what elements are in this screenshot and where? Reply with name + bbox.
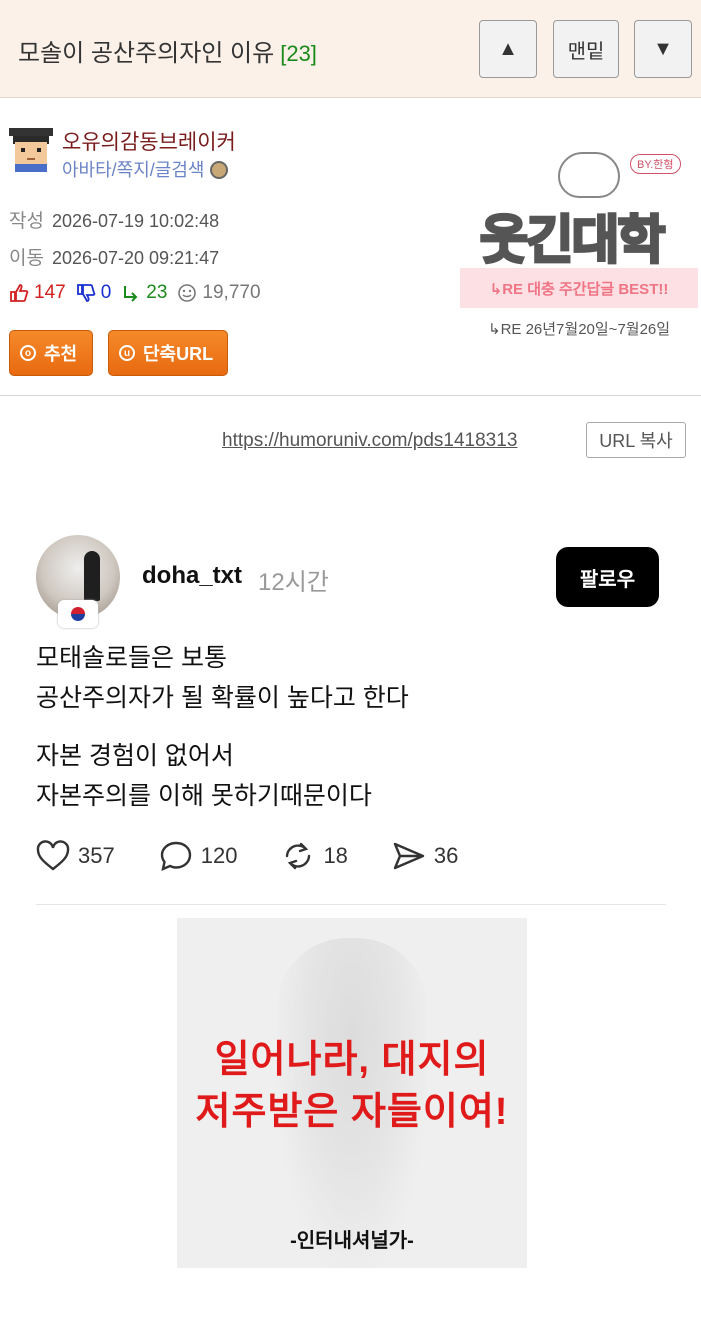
- replies-stat: 23: [121, 282, 167, 304]
- author-avatar[interactable]: [9, 128, 53, 172]
- post-title: 모솔이 공산주의자인 이유 [23]: [18, 33, 317, 68]
- author-nickname[interactable]: 오유의감동브레이커: [62, 126, 236, 156]
- short-url-label: 단축URL: [143, 344, 214, 364]
- mascot-icon: [558, 152, 620, 198]
- views-count: 19,770: [202, 282, 261, 303]
- replies-count: 23: [146, 282, 168, 303]
- meme-caption: -인터내셔널가-: [290, 1230, 414, 1252]
- post-shares-count: 36: [433, 843, 459, 868]
- logo-date: ↳RE 26년7월20일~7월26일: [488, 321, 671, 338]
- likes-count: 147: [34, 282, 66, 303]
- dislikes-count: 0: [100, 282, 112, 303]
- moved-label: 이동: [9, 248, 44, 269]
- post-separator: [36, 904, 666, 905]
- url-icon: u: [119, 345, 135, 361]
- copy-url-button[interactable]: URL 복사: [586, 422, 686, 458]
- post-reposts-count: 18: [323, 843, 348, 868]
- thumbs-up-icon: [10, 284, 29, 302]
- repost-icon: [286, 842, 311, 870]
- logo-banner: ↳RE 대충 주간답글 BEST!!: [460, 268, 698, 308]
- post-paragraph-1: 모태솔로들은 보통 공산주의자가 될 확률이 높다고 한다: [36, 644, 409, 712]
- post-stats: 147 0 23 19,770: [9, 282, 271, 304]
- logo-by-tag: BY.한형: [630, 154, 681, 174]
- author-links[interactable]: 아바타/쪽지/글검색: [62, 156, 229, 182]
- views-stat: 19,770: [177, 282, 261, 304]
- follow-button[interactable]: 팔로우: [556, 547, 659, 607]
- comment-bubble-icon: [160, 841, 191, 872]
- section-divider: [0, 395, 701, 396]
- post-time: 12시간: [258, 569, 329, 596]
- heart-icon: [36, 840, 70, 871]
- meme-line-2: 저주받은 자들이여!: [195, 1091, 509, 1133]
- recommend-icon: o: [20, 345, 36, 361]
- taeguk-icon: [71, 607, 85, 621]
- created-row: 작성 2026-07-19 10:02:48: [9, 206, 219, 233]
- send-icon: [393, 842, 425, 870]
- short-url-button[interactable]: u 단축URL: [108, 330, 228, 376]
- recommend-button[interactable]: o 추천: [9, 330, 93, 376]
- repost-action[interactable]: 18: [281, 840, 348, 872]
- post-likes-count: 357: [78, 843, 115, 868]
- permalink[interactable]: https://humoruniv.com/pds1418313: [222, 430, 517, 452]
- moved-row: 이동 2026-07-20 09:21:47: [9, 243, 219, 270]
- post-title-text: 모솔이 공산주의자인 이유: [18, 40, 275, 67]
- post-username[interactable]: doha_txt: [142, 562, 242, 590]
- dislikes-stat: 0: [76, 282, 112, 304]
- created-label: 작성: [9, 211, 44, 232]
- comment-count[interactable]: [23]: [280, 41, 317, 66]
- meme-line-1: 일어나라, 대지의: [214, 1039, 490, 1081]
- scroll-down-button[interactable]: ▼: [634, 20, 692, 78]
- meme-image[interactable]: 일어나라, 대지의 저주받은 자들이여! -인터내셔널가-: [177, 918, 527, 1268]
- created-value: 2026-07-19 10:02:48: [51, 211, 220, 231]
- comment-action[interactable]: 120: [159, 840, 238, 872]
- level-badge-icon: [210, 161, 229, 179]
- scroll-bottom-button[interactable]: 맨밑: [553, 20, 619, 78]
- smiley-icon: [178, 284, 197, 302]
- post-comments-count: 120: [200, 843, 238, 868]
- post-paragraph-2: 자본 경험이 없어서 자본주의를 이해 못하기때문이다: [36, 742, 372, 810]
- reply-arrow-icon: [124, 286, 138, 302]
- post-actions: 357 120 18 36: [36, 840, 502, 872]
- logo-text: 웃긴대학: [478, 211, 666, 272]
- recommend-label: 추천: [44, 344, 78, 364]
- like-action[interactable]: 357: [36, 840, 115, 872]
- likes-stat: 147: [9, 282, 66, 304]
- moved-value: 2026-07-20 09:21:47: [51, 248, 220, 268]
- author-links-text[interactable]: 아바타/쪽지/글검색: [62, 160, 204, 180]
- site-logo: BY.한형 웃긴대학 ↳RE 대충 주간답글 BEST!! ↳RE 26년7월2…: [460, 148, 700, 348]
- share-action[interactable]: 36: [392, 840, 458, 872]
- avatar-figure: [84, 551, 100, 601]
- scroll-up-button[interactable]: ▲: [479, 20, 537, 78]
- korea-flag-icon: [58, 600, 98, 628]
- top-bar: 모솔이 공산주의자인 이유 [23] ▲ 맨밑 ▼: [0, 0, 701, 98]
- thumbs-down-icon: [76, 284, 96, 302]
